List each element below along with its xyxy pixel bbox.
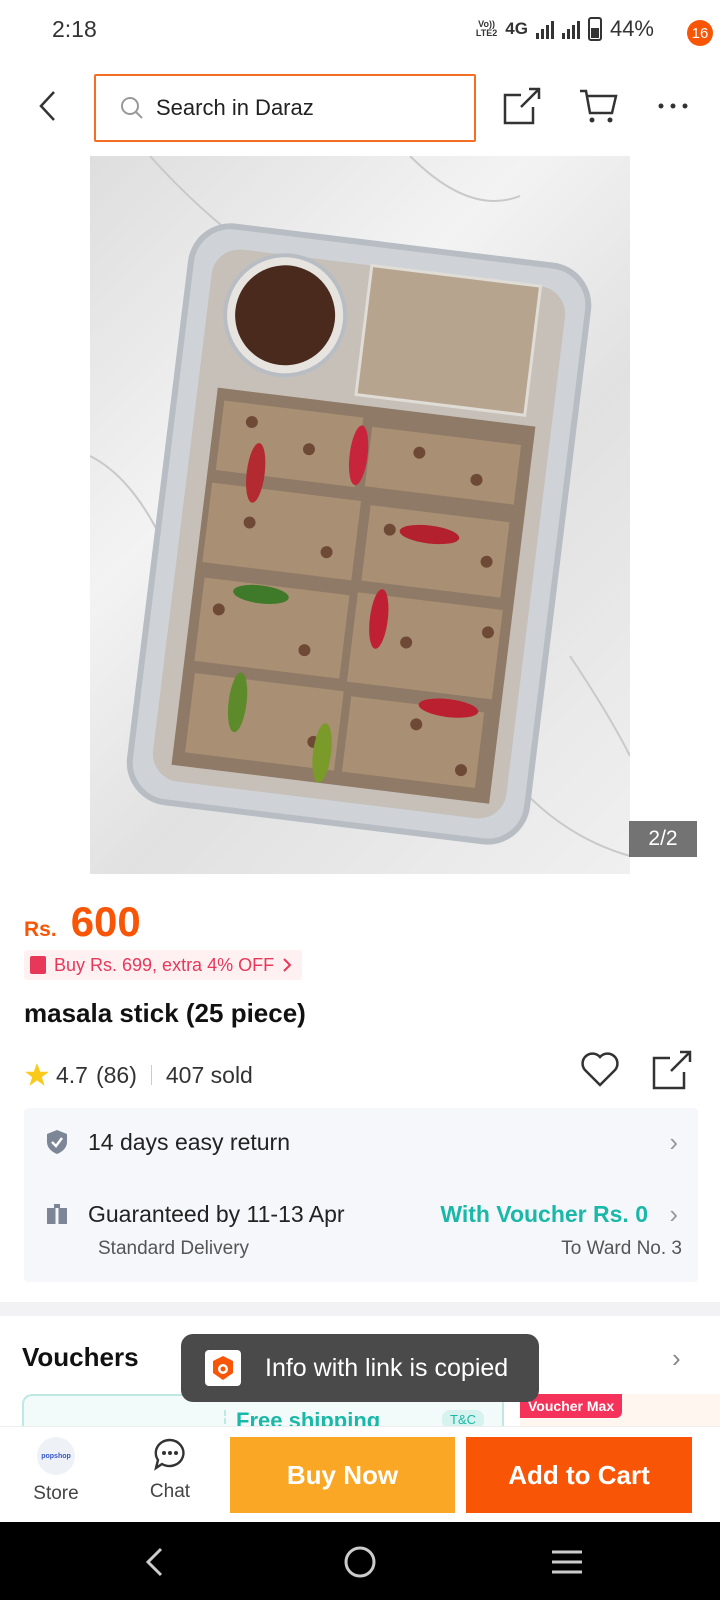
cart-count-badge: 16: [687, 20, 713, 46]
battery-icon: [587, 17, 602, 41]
daraz-logo-icon: [205, 1350, 241, 1386]
back-button[interactable]: [30, 86, 66, 126]
network-type: 4G: [505, 19, 528, 38]
price-amount: 600: [70, 898, 141, 945]
return-text: 14 days easy return: [88, 1128, 291, 1155]
review-count[interactable]: (86): [96, 1062, 137, 1089]
section-divider: [0, 1302, 720, 1316]
voucher-delivery-text: With Voucher Rs. 0: [440, 1200, 648, 1227]
volte-indicator: Vo)) LTE2: [476, 20, 497, 38]
back-arrow-icon: [39, 91, 55, 121]
menu-icon: [552, 1550, 582, 1574]
system-recents-button[interactable]: [545, 1540, 589, 1584]
search-placeholder: Search in Daraz: [156, 95, 314, 120]
share-icon: [503, 87, 541, 125]
vouchers-heading: Vouchers: [22, 1342, 139, 1372]
toast-message: Info with link is copied: [265, 1353, 509, 1382]
chat-label: Chat: [149, 1481, 191, 1502]
share-icon: [652, 1050, 692, 1090]
product-image[interactable]: [90, 156, 630, 874]
more-button[interactable]: [651, 84, 695, 128]
status-time: 2:18: [52, 16, 97, 42]
heart-icon: [581, 1052, 619, 1087]
promo-text: Buy Rs. 699, extra 4% OFF: [54, 954, 275, 975]
price-currency: Rs.: [24, 918, 57, 941]
discount-tag-icon: [30, 956, 46, 974]
home-icon: [344, 1546, 376, 1578]
back-icon: [145, 1547, 163, 1577]
guarantee-text: Guaranteed by 11-13 Apr: [88, 1200, 345, 1227]
chevron-right-icon[interactable]: ›: [672, 1343, 681, 1374]
search-input[interactable]: Search in Daraz: [94, 74, 476, 142]
chat-icon: [154, 1438, 185, 1471]
star-icon: [25, 1063, 49, 1086]
system-home-button[interactable]: [338, 1540, 382, 1584]
system-navigation-bar: [0, 1522, 720, 1600]
search-icon: [121, 97, 143, 119]
chat-button[interactable]: Chat: [136, 1437, 204, 1513]
price: Rs. 600: [24, 898, 141, 946]
status-bar: 2:18 Vo)) LTE2 4G 44%: [0, 0, 720, 62]
image-counter: 2/2: [629, 821, 697, 857]
store-logo: popshop: [37, 1437, 75, 1475]
shield-check-icon: [44, 1129, 70, 1155]
store-button[interactable]: popshop Store: [22, 1437, 90, 1513]
delivery-destination: To Ward No. 3: [561, 1238, 682, 1259]
sold-count: 407 sold: [165, 1061, 253, 1088]
wishlist-button[interactable]: [580, 1050, 620, 1093]
top-nav: Search in Daraz: [0, 62, 720, 154]
promo-banner[interactable]: Buy Rs. 699, extra 4% OFF: [24, 950, 303, 980]
bottom-action-bar: popshop Store Chat Buy Now Add to Cart: [0, 1426, 720, 1522]
chevron-right-icon: [283, 958, 292, 972]
add-to-cart-button[interactable]: Add to Cart: [466, 1437, 692, 1513]
signal-icon-2: [561, 19, 580, 39]
package-icon: [44, 1201, 70, 1227]
store-label: Store: [33, 1483, 79, 1504]
cart-button[interactable]: [576, 84, 620, 128]
chevron-right-icon: ›: [669, 1126, 678, 1157]
system-back-button[interactable]: [132, 1540, 176, 1584]
delivery-type: Standard Delivery: [98, 1238, 250, 1259]
delivery-card: 14 days easy return › Guaranteed by 11-1…: [24, 1108, 698, 1282]
more-icon: [658, 103, 688, 109]
signal-icon: [535, 19, 554, 39]
status-indicators: Vo)) LTE2 4G 44%: [476, 16, 654, 42]
product-photo: [90, 156, 630, 857]
share-button[interactable]: [500, 84, 544, 128]
cart-icon: [580, 89, 618, 123]
product-title: masala stick (25 piece): [24, 998, 306, 1028]
product-detail-page: 2:18 Vo)) LTE2 4G 44% Search in Daraz 16…: [0, 0, 720, 1600]
return-policy-row[interactable]: 14 days easy return ›: [24, 1122, 698, 1162]
battery-percent: 44%: [609, 16, 654, 41]
volte-line2: LTE2: [475, 28, 498, 38]
share-product-button[interactable]: [652, 1050, 692, 1095]
rating-value: 4.7: [56, 1061, 88, 1088]
copied-toast: Info with link is copied: [181, 1334, 539, 1402]
chevron-right-icon: ›: [669, 1198, 678, 1229]
divider: [150, 1065, 152, 1085]
buy-now-button[interactable]: Buy Now: [230, 1437, 455, 1513]
